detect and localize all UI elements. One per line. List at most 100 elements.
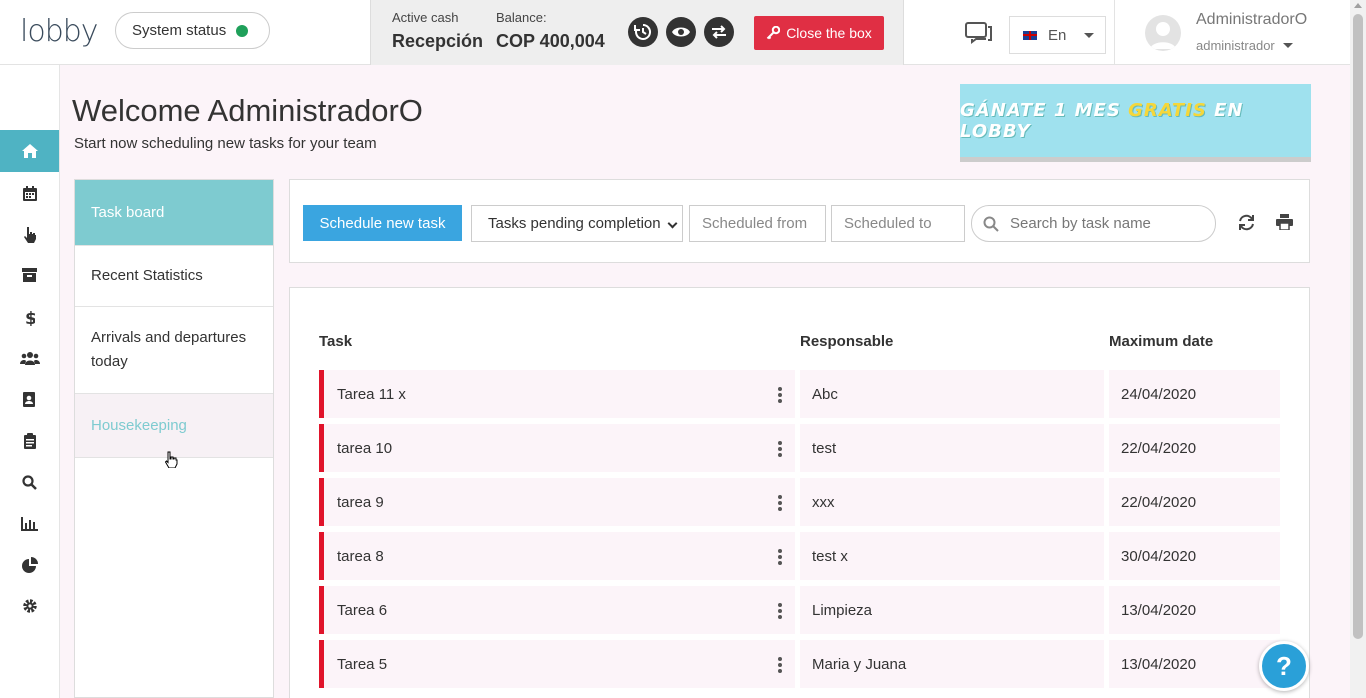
left-sidebar: $ [0, 65, 60, 698]
help-button[interactable]: ? [1259, 641, 1309, 691]
date-cell: 13/04/2020 [1109, 586, 1280, 634]
tab-label: Task board [91, 203, 165, 221]
responsable-cell: Maria y Juana [800, 640, 1104, 688]
more-options-icon[interactable] [778, 657, 782, 673]
scheduled-from-input[interactable]: Scheduled from [689, 205, 826, 242]
chevron-down-icon [667, 218, 678, 229]
close-box-button[interactable]: Close the box [754, 16, 884, 50]
lobby-logo[interactable]: lobby [20, 14, 99, 49]
tab-recent-statistics[interactable]: Recent Statistics [75, 246, 273, 307]
task-table: Task Responsable Maximum date Tarea 11 x… [289, 287, 1310, 698]
archive-icon [22, 268, 37, 282]
calendar-icon [22, 185, 37, 201]
sidebar-item-settings[interactable] [0, 585, 59, 627]
more-options-icon[interactable] [778, 387, 782, 403]
task-cell: tarea 10 [319, 424, 795, 472]
users-icon [19, 352, 40, 365]
task-search-input[interactable]: Search by task name [971, 205, 1216, 242]
scroll-thumb[interactable] [1353, 14, 1363, 639]
tab-label: Recent Statistics [91, 267, 203, 284]
page-subtitle: Start now scheduling new tasks for your … [74, 135, 377, 152]
active-cash-value: Recepción [392, 31, 484, 51]
search-icon [983, 216, 999, 232]
dashboard-tabs: Task board Recent Statistics Arrivals an… [74, 179, 274, 698]
eye-icon [672, 27, 690, 37]
user-divider [1114, 0, 1115, 64]
column-header-task[interactable]: Task [319, 333, 352, 350]
date-cell: 22/04/2020 [1109, 478, 1280, 526]
bar-chart-icon [21, 517, 38, 531]
avatar[interactable] [1145, 15, 1181, 51]
clipboard-icon [23, 433, 36, 449]
home-icon [21, 144, 38, 158]
sidebar-item-home[interactable] [0, 130, 59, 172]
refresh-button[interactable] [1238, 214, 1255, 236]
close-box-label: Close the box [786, 25, 872, 41]
user-role-dropdown[interactable]: administrador [1196, 38, 1293, 53]
task-name: Tarea 6 [337, 601, 388, 619]
page-scrollbar[interactable] [1350, 0, 1366, 698]
user-name[interactable]: AdministradorO [1196, 11, 1307, 29]
chat-icon[interactable] [965, 22, 993, 49]
banner-text-pre: GÁNATE 1 MES [960, 99, 1129, 121]
sidebar-item-contacts[interactable] [0, 378, 59, 420]
language-select[interactable]: En [1009, 16, 1106, 54]
task-name: tarea 8 [337, 547, 384, 565]
transfer-button[interactable] [704, 17, 734, 47]
responsable-cell: Limpieza [800, 586, 1104, 634]
sidebar-item-billing[interactable]: $ [0, 296, 59, 338]
hand-pointer-icon [23, 226, 36, 243]
chevron-down-icon [1282, 43, 1293, 48]
print-button[interactable] [1276, 214, 1293, 235]
tab-arrivals-departures[interactable]: Arrivals and departures today [75, 307, 273, 394]
history-button[interactable] [628, 17, 658, 47]
column-header-max-date[interactable]: Maximum date [1109, 333, 1213, 350]
system-status-button[interactable]: System status [115, 12, 270, 49]
task-status-select[interactable]: Tasks pending completion [471, 205, 683, 242]
task-cell: tarea 8 [319, 532, 795, 580]
task-toolbar: Schedule new task Tasks pending completi… [289, 179, 1310, 263]
hand-cursor-icon [164, 451, 178, 473]
tab-label: Housekeeping [91, 416, 187, 434]
task-name: Tarea 11 x [337, 385, 406, 403]
uk-flag-icon [1022, 29, 1038, 41]
more-options-icon[interactable] [778, 495, 782, 511]
sidebar-item-checkin[interactable] [0, 213, 59, 255]
column-header-responsable[interactable]: Responsable [800, 333, 893, 350]
balance-block: Balance: COP 400,004 [496, 10, 605, 52]
active-cash-block: Active cash Recepción [392, 10, 483, 52]
scroll-up-arrow-icon[interactable] [1354, 3, 1362, 8]
print-icon [1276, 214, 1293, 231]
more-options-icon[interactable] [778, 441, 782, 457]
sidebar-item-archive[interactable] [0, 254, 59, 296]
balance-value: COP 400,004 [496, 31, 605, 51]
view-button[interactable] [666, 17, 696, 47]
cash-panel: Active cash Recepción Balance: COP 400,0… [370, 0, 904, 65]
balance-label: Balance: [496, 10, 547, 25]
sidebar-item-tasks[interactable] [0, 420, 59, 462]
sidebar-item-calendar[interactable] [0, 172, 59, 214]
task-cell: tarea 9 [319, 478, 795, 526]
task-cell: Tarea 11 x [319, 370, 795, 418]
more-options-icon[interactable] [778, 549, 782, 565]
sidebar-item-search[interactable] [0, 461, 59, 503]
key-icon [766, 26, 781, 40]
tab-housekeeping[interactable]: Housekeeping [75, 394, 273, 458]
scheduled-to-input[interactable]: Scheduled to [831, 205, 965, 242]
responsable-cell: test [800, 424, 1104, 472]
sidebar-item-guests[interactable] [0, 337, 59, 379]
schedule-new-task-button[interactable]: Schedule new task [303, 205, 462, 241]
tab-task-board[interactable]: Task board [75, 180, 273, 246]
more-options-icon[interactable] [778, 603, 782, 619]
date-cell: 30/04/2020 [1109, 532, 1280, 580]
sidebar-item-statistics[interactable] [0, 544, 59, 586]
promo-banner[interactable]: GÁNATE 1 MES GRATIS EN LOBBY [960, 84, 1311, 162]
sidebar-item-reports[interactable] [0, 503, 59, 545]
date-cell: 13/04/2020 [1109, 640, 1280, 688]
task-name: tarea 9 [337, 493, 384, 511]
exchange-icon [712, 25, 726, 39]
banner-text-highlight: GRATIS [1128, 99, 1207, 121]
svg-text:$: $ [25, 309, 35, 326]
responsable-cell: Abc [800, 370, 1104, 418]
tab-label: Arrivals and departures today [91, 329, 247, 370]
